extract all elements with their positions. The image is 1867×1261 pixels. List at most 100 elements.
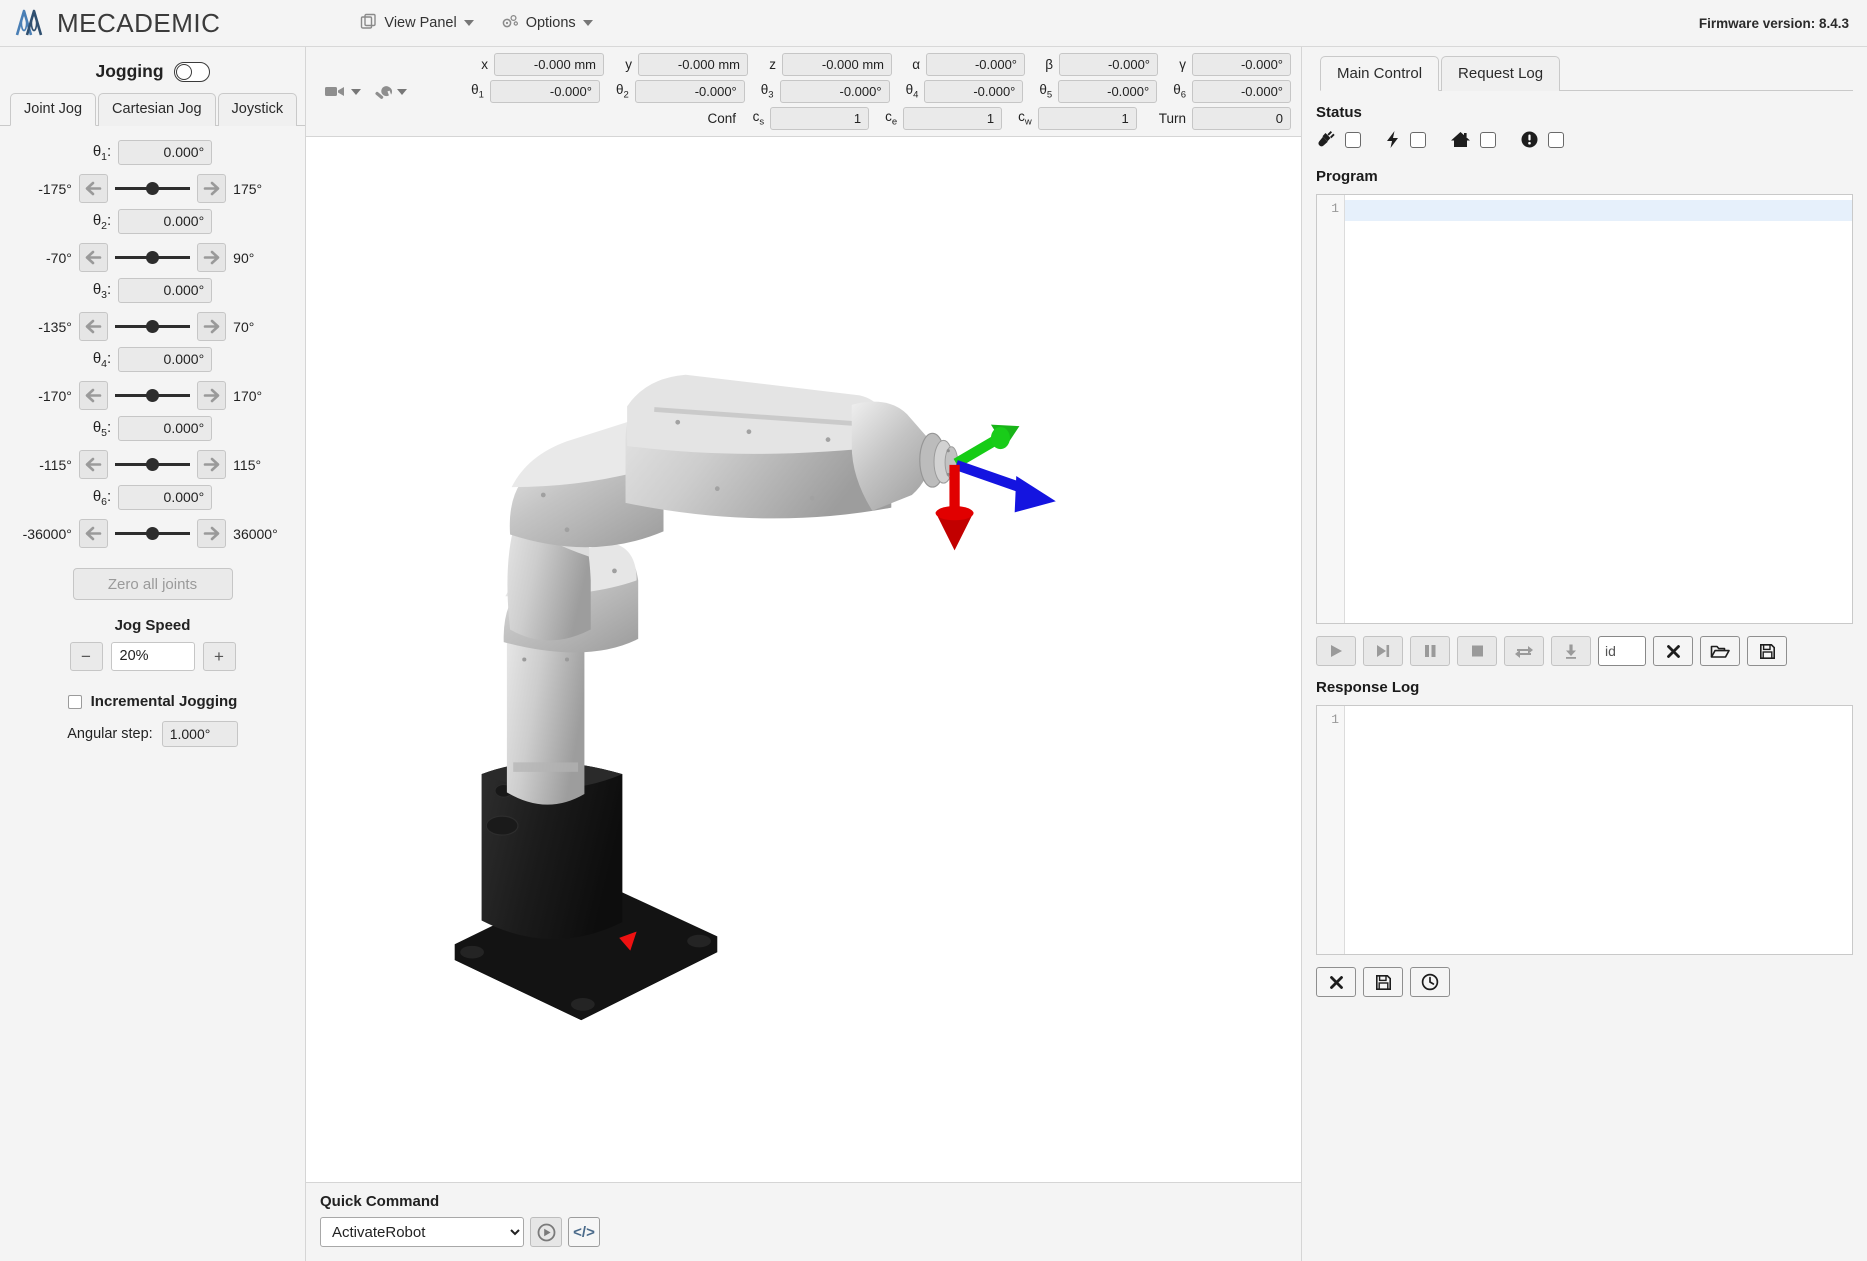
joint-increase-button-6[interactable] [197,519,227,548]
joint-slider-2[interactable] [114,243,191,272]
joint-value-input-4[interactable]: 0.000° [118,347,213,372]
joint-decrease-button-3[interactable] [78,312,108,341]
slider-thumb[interactable] [146,251,159,264]
clear-response-log-button[interactable] [1316,967,1356,997]
status-homed-checkbox[interactable] [1480,131,1496,148]
joint-increase-button-3[interactable] [197,312,227,341]
conf-w-input[interactable]: 1 [1037,107,1137,130]
jog-speed-value[interactable]: 20% [110,642,195,671]
pose-β-input[interactable]: -0.000° [1059,53,1158,76]
tab-joint-jog[interactable]: Joint Jog [10,93,97,126]
joint-decrease-button-6[interactable] [78,519,108,548]
joint-value-input-3[interactable]: 0.000° [118,278,213,303]
slider-thumb[interactable] [146,389,159,402]
conf-s-input[interactable]: 1 [770,107,870,130]
open-program-button[interactable] [1700,636,1740,666]
step-program-button[interactable] [1363,636,1403,666]
loop-program-button[interactable] [1504,636,1544,666]
clear-program-button[interactable] [1653,636,1693,666]
zero-all-joints-button[interactable]: Zero all joints [72,568,233,600]
stop-program-button[interactable] [1457,636,1497,666]
theta-5-input[interactable]: -0.000° [1058,80,1158,103]
conf-s-cell: cs 1 [752,107,870,130]
response-log-editor[interactable]: 1 [1316,705,1853,955]
joint-decrease-button-1[interactable] [78,174,108,203]
theta-3-input[interactable]: -0.000° [779,80,890,103]
slider-thumb[interactable] [146,320,159,333]
program-code-area[interactable] [1345,195,1852,623]
tab-cartesian-jog[interactable]: Cartesian Jog [98,93,216,126]
joint-increase-button-1[interactable] [197,174,227,203]
status-error-checkbox[interactable] [1548,131,1564,148]
joint-slider-5[interactable] [114,450,191,479]
tab-joystick[interactable]: Joystick [217,93,298,126]
joint-slider-1[interactable] [114,174,191,203]
program-editor[interactable]: 1 [1316,194,1853,624]
conf-e-input[interactable]: 1 [903,107,1003,130]
theta-1-input[interactable]: -0.000° [489,80,600,103]
jog-speed-increase-button[interactable]: + [202,642,236,671]
slider-thumb[interactable] [146,458,159,471]
joint-slider-row: -170° 170° [0,372,305,410]
response-line-numbers: 1 [1317,706,1345,954]
download-program-button[interactable] [1551,636,1591,666]
joint-value-input-2[interactable]: 0.000° [118,209,213,234]
pose-α-input[interactable]: -0.000° [926,53,1025,76]
joint-value-input-6[interactable]: 0.000° [118,485,213,510]
joint-slider-4[interactable] [114,381,191,410]
quick-command-select[interactable]: ActivateRobotDeactivateRobotHomeResetErr… [320,1217,524,1247]
view-panel-label: View Panel [384,15,457,31]
program-id-input[interactable]: id [1598,636,1646,666]
incremental-jogging-checkbox[interactable] [67,694,82,709]
status-title: Status [1316,104,1362,121]
joint-value-input-5[interactable]: 0.000° [118,416,213,441]
angular-step-input[interactable]: 1.000° [161,721,238,747]
tab-request-log[interactable]: Request Log [1441,56,1561,91]
bolt-icon [1387,131,1398,148]
theta-4-input[interactable]: -0.000° [924,80,1024,103]
joint-value-row: θ1: 0.000° [0,140,305,165]
camera-view-dropdown[interactable] [324,83,361,100]
tab-main-control[interactable]: Main Control [1320,56,1440,91]
status-connected-checkbox[interactable] [1345,131,1361,148]
jog-speed-label: Jog Speed [114,617,191,634]
jog-speed-decrease-button[interactable]: − [69,642,103,671]
camera-icon [325,87,344,96]
theta-6-input[interactable]: -0.000° [1192,80,1291,103]
pose-γ-input[interactable]: -0.000° [1192,53,1291,76]
pause-program-button[interactable] [1410,636,1450,666]
joint-decrease-button-2[interactable] [78,243,108,272]
tool-settings-dropdown[interactable] [373,83,407,101]
theta-2-input[interactable]: -0.000° [634,80,745,103]
save-response-log-button[interactable] [1363,967,1403,997]
theta-2-cell: θ2 -0.000° [616,80,745,103]
jogging-toggle[interactable] [173,61,210,82]
status-activated-checkbox[interactable] [1410,131,1426,148]
robot-3d-viewport[interactable] [306,137,1301,1182]
response-log-area[interactable] [1345,706,1852,954]
program-active-line[interactable] [1345,200,1852,221]
joint-slider-6[interactable] [114,519,191,548]
quick-command-run-button[interactable] [530,1217,562,1247]
run-program-button[interactable] [1316,636,1356,666]
options-menu[interactable]: Options [500,13,593,34]
joint-increase-button-2[interactable] [197,243,227,272]
joint-decrease-button-4[interactable] [78,381,108,410]
pose-y-input[interactable]: -0.000 mm [638,53,748,76]
theta-4-label: θ4 [905,82,919,101]
turn-input[interactable]: 0 [1192,107,1291,130]
joint-decrease-button-5[interactable] [78,450,108,479]
timestamp-toggle-button[interactable] [1410,967,1450,997]
quick-command-code-button[interactable]: </> [568,1217,600,1247]
pose-x-input[interactable]: -0.000 mm [494,53,604,76]
slider-thumb[interactable] [146,182,159,195]
joint-slider-3[interactable] [114,312,191,341]
view-panel-menu[interactable]: View Panel [360,13,474,34]
slider-thumb[interactable] [146,527,159,540]
joint-increase-button-4[interactable] [197,381,227,410]
joint-increase-button-5[interactable] [197,450,227,479]
chevron-down-icon [397,88,407,95]
save-program-button[interactable] [1747,636,1787,666]
joint-value-input-1[interactable]: 0.000° [118,140,213,165]
pose-z-input[interactable]: -0.000 mm [782,53,892,76]
